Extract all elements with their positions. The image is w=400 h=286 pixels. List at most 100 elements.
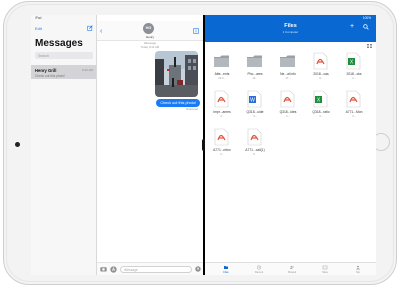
delivered-label: Delivered <box>186 107 198 111</box>
tab-label: Shared <box>287 270 297 274</box>
file-meta: 17... <box>285 77 291 80</box>
pdf-icon <box>213 90 230 108</box>
file-name: Atte...ents <box>214 72 230 76</box>
tab-files[interactable]: Files <box>211 265 241 274</box>
edit-button[interactable]: Edit <box>35 26 42 31</box>
avatar[interactable]: HG <box>143 23 154 34</box>
add-icon[interactable]: + <box>350 23 354 30</box>
messages-app: Edit Messages Search Henry Grill 9:42 AM… <box>31 15 203 275</box>
file-item[interactable]: A771...mbrc 3... <box>209 126 235 164</box>
tab-sites[interactable]: Sites <box>310 265 340 274</box>
pdf-icon <box>312 52 329 70</box>
folder-icon <box>279 52 296 70</box>
files-tab-icon <box>224 266 228 269</box>
tab-label: Sites <box>322 270 328 274</box>
tab-label: Me <box>356 270 360 274</box>
file-meta: 2... <box>352 77 356 80</box>
file-name: Q318...ratio <box>312 110 330 114</box>
message-bubble[interactable]: Check out this photo! <box>156 99 200 107</box>
status-battery: 100% <box>362 16 371 20</box>
docx-icon: W <box>246 90 263 108</box>
page-title: Messages <box>35 38 83 49</box>
status-device: iPad <box>35 16 42 20</box>
screen: iPad 100% Edit Messages Search Henry Gri… <box>31 15 376 275</box>
conversation-time: 9:42 AM <box>81 68 93 72</box>
tab-bar: Files Recent Shared Sites Me <box>205 262 376 275</box>
message-meta: iMessage Today 9:41 AM <box>97 41 203 49</box>
folder-icon <box>246 52 263 70</box>
file-name: Ne...al info <box>280 72 296 76</box>
microphone-icon[interactable] <box>195 266 201 272</box>
search-icon[interactable] <box>363 24 369 30</box>
chat-thread: ‹ HG Henry iMessage Today 9:41 AM Check … <box>97 15 203 275</box>
sites-tab-icon <box>322 265 328 270</box>
file-name: Q318...ides <box>279 110 297 114</box>
me-tab-icon <box>356 265 360 270</box>
back-chevron-icon[interactable]: ‹ <box>100 28 102 35</box>
file-item[interactable]: A771...Mon 2... <box>341 88 367 126</box>
compose-icon[interactable] <box>87 25 93 31</box>
message-input-bar: iMessage <box>97 262 203 275</box>
folder-icon <box>213 52 230 70</box>
search-input[interactable]: Search <box>35 52 93 59</box>
file-meta: 3... <box>253 115 257 118</box>
file-item[interactable]: Q318...ides 1... <box>275 88 301 126</box>
file-meta: 9... <box>319 77 323 80</box>
file-name: A771...call(1) <box>245 148 265 152</box>
files-subtitle: 1 Computer <box>282 30 299 34</box>
camera-icon[interactable] <box>100 266 107 272</box>
recent-tab-icon <box>256 265 262 270</box>
pdf-icon <box>213 128 230 146</box>
photo-attachment[interactable] <box>155 51 198 97</box>
tab-shared[interactable]: Shared <box>277 265 307 274</box>
conversation-name: Henry Grill <box>35 68 57 73</box>
front-camera <box>15 142 20 147</box>
info-icon[interactable] <box>193 28 199 34</box>
folder-item[interactable]: Pho...ares 13... <box>242 50 268 88</box>
folder-item[interactable]: Ne...al info 17... <box>275 50 301 88</box>
conversation-row[interactable]: Henry Grill 9:42 AM Check out this photo… <box>31 65 96 79</box>
conversation-preview: Check out this photo! <box>35 73 65 78</box>
file-item[interactable]: X 2018...cks 2... <box>341 50 367 88</box>
file-item[interactable]: Impr...ames 3... <box>209 88 235 126</box>
ipad-frame: iPad 100% Edit Messages Search Henry Gri… <box>3 1 397 285</box>
street-photo-image <box>155 51 198 97</box>
file-name: Pho...ares <box>247 72 263 76</box>
file-name: A771...mbrc <box>213 148 231 152</box>
file-meta: 22.3... <box>218 77 226 80</box>
folder-item[interactable]: Atte...ents 22.3... <box>209 50 235 88</box>
svg-text:W: W <box>250 98 255 104</box>
file-name: Q318...uide <box>246 110 264 114</box>
message-timestamp: Today 9:41 AM <box>140 44 160 49</box>
file-meta: 2... <box>352 115 356 118</box>
sort-bar <box>205 42 376 49</box>
file-meta: 1... <box>286 115 290 118</box>
xlsx-icon: X <box>312 90 329 108</box>
file-meta: 5... <box>253 153 257 156</box>
file-name: Impr...ames <box>213 110 231 114</box>
tab-recent[interactable]: Recent <box>244 265 274 274</box>
chat-header: ‹ HG Henry <box>97 21 203 41</box>
file-meta: 3... <box>220 153 224 156</box>
app-store-icon[interactable] <box>110 266 117 273</box>
file-name: A771...Mon <box>345 110 363 114</box>
contact-name: Henry <box>145 35 154 39</box>
tab-label: Files <box>223 270 229 274</box>
file-item[interactable]: W Q318...uide 3... <box>242 88 268 126</box>
file-meta: 3... <box>220 115 224 118</box>
file-meta: 3... <box>319 115 323 118</box>
status-bar: iPad 100% <box>31 15 376 21</box>
pdf-icon <box>246 128 263 146</box>
file-meta: 13... <box>252 77 258 80</box>
tab-me[interactable]: Me <box>343 265 373 274</box>
message-input[interactable]: iMessage <box>120 265 192 273</box>
file-item[interactable]: 2018...cas 9... <box>308 50 334 88</box>
file-name: 2018...cas <box>313 72 329 76</box>
file-item[interactable]: X Q318...ratio 3... <box>308 88 334 126</box>
file-item[interactable]: A771...call(1) 5... <box>242 126 268 164</box>
shared-tab-icon <box>290 265 294 269</box>
grid-view-icon[interactable] <box>367 43 372 48</box>
tab-label: Recent <box>254 270 264 274</box>
pdf-icon <box>279 90 296 108</box>
xlsx-icon: X <box>345 52 362 70</box>
